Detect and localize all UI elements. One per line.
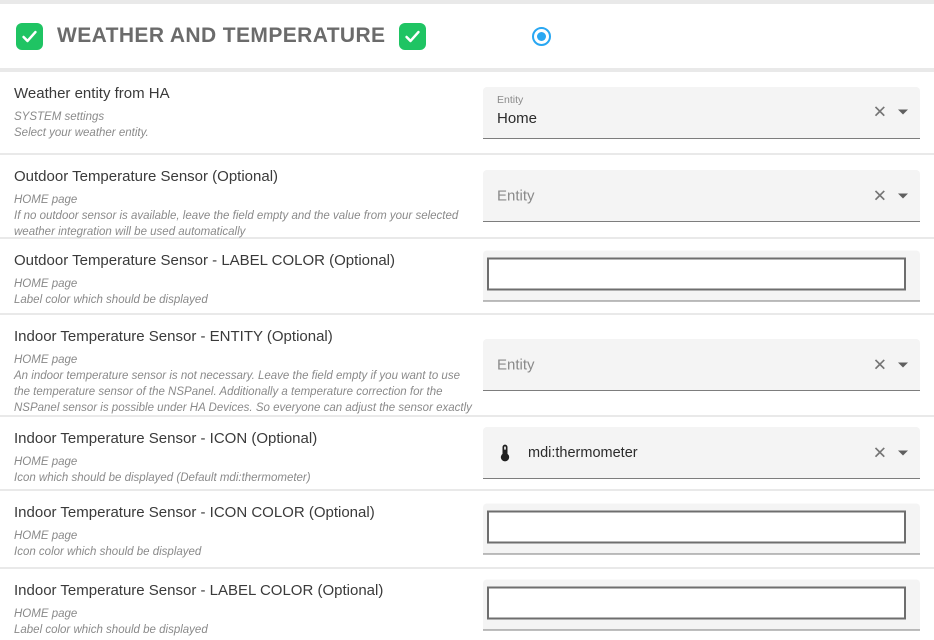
setting-row-outdoor-label-color: Outdoor Temperature Sensor - LABEL COLOR… — [0, 239, 934, 313]
settings-page: WEATHER AND TEMPERATURE Weather entity f… — [0, 0, 934, 640]
entity-select-label: Entity — [497, 94, 523, 106]
outdoor-label-color-field — [483, 251, 920, 302]
setting-help-text: Label color which should be displayed — [14, 294, 208, 306]
setting-page-hint: HOME page — [14, 528, 472, 544]
setting-description: SYSTEM settings Select your weather enti… — [14, 109, 472, 141]
setting-description: HOME page Icon color which should be dis… — [14, 528, 472, 560]
chevron-down-icon[interactable] — [898, 193, 908, 198]
indoor-icon-select[interactable]: mdi:thermometer ✕ — [483, 427, 920, 479]
indoor-label-color-input[interactable] — [487, 586, 906, 619]
clear-icon[interactable]: ✕ — [873, 444, 887, 461]
section-enabled-checkbox[interactable] — [16, 23, 43, 50]
indoor-icon-color-field — [483, 504, 920, 555]
entity-select-value: Home — [497, 110, 537, 127]
check-icon — [403, 27, 422, 46]
setting-row-indoor-icon: Indoor Temperature Sensor - ICON (Option… — [0, 417, 934, 489]
setting-page-hint: HOME page — [14, 276, 472, 292]
setting-page-hint: SYSTEM settings — [14, 109, 472, 125]
setting-description: HOME page If no outdoor sensor is availa… — [14, 192, 472, 240]
section-radio-button[interactable] — [532, 27, 551, 46]
select-controls: ✕ — [873, 444, 908, 461]
setting-page-hint: HOME page — [14, 192, 472, 208]
select-controls: ✕ — [873, 104, 908, 121]
clear-icon[interactable]: ✕ — [873, 187, 887, 204]
section-title: WEATHER AND TEMPERATURE — [57, 24, 385, 48]
chevron-down-icon[interactable] — [898, 450, 908, 455]
thermometer-icon — [495, 443, 515, 463]
radio-dot — [537, 32, 546, 41]
setting-row-indoor-temp-entity: Indoor Temperature Sensor - ENTITY (Opti… — [0, 315, 934, 415]
setting-row-outdoor-temp-sensor: Outdoor Temperature Sensor (Optional) HO… — [0, 155, 934, 237]
entity-select-placeholder: Entity — [497, 356, 535, 373]
clear-icon[interactable]: ✕ — [873, 356, 887, 373]
setting-row-weather-entity: Weather entity from HA SYSTEM settings S… — [0, 72, 934, 153]
clear-icon[interactable]: ✕ — [873, 104, 887, 121]
section-enabled-checkbox-2[interactable] — [399, 23, 426, 50]
select-controls: ✕ — [873, 356, 908, 373]
setting-description: HOME page Label color which should be di… — [14, 606, 472, 638]
setting-page-hint: HOME page — [14, 352, 472, 368]
setting-help-text: Icon which should be displayed (Default … — [14, 472, 311, 484]
indoor-icon-color-input[interactable] — [487, 511, 906, 544]
setting-help-text: Icon color which should be displayed — [14, 546, 201, 558]
setting-help-text: Select your weather entity. — [14, 127, 149, 139]
outdoor-temp-entity-select[interactable]: Entity ✕ — [483, 170, 920, 222]
indoor-temp-entity-select[interactable]: Entity ✕ — [483, 339, 920, 391]
setting-page-hint: HOME page — [14, 454, 472, 470]
chevron-down-icon[interactable] — [898, 110, 908, 115]
setting-help-text: If no outdoor sensor is available, leave… — [14, 210, 458, 238]
icon-select-value: mdi:thermometer — [528, 445, 638, 461]
setting-description: HOME page Label color which should be di… — [14, 276, 472, 308]
outdoor-label-color-input[interactable] — [487, 258, 906, 291]
setting-description: HOME page An indoor temperature sensor i… — [14, 352, 472, 416]
entity-select-placeholder: Entity — [497, 187, 535, 204]
setting-description: HOME page Icon which should be displayed… — [14, 454, 472, 486]
chevron-down-icon[interactable] — [898, 362, 908, 367]
weather-entity-select[interactable]: Entity Home ✕ — [483, 87, 920, 139]
check-icon — [20, 27, 39, 46]
setting-help-text: An indoor temperature sensor is not nece… — [14, 370, 472, 414]
indoor-label-color-field — [483, 579, 920, 630]
setting-page-hint: HOME page — [14, 606, 472, 622]
setting-row-indoor-icon-color: Indoor Temperature Sensor - ICON COLOR (… — [0, 491, 934, 567]
setting-row-indoor-label-color: Indoor Temperature Sensor - LABEL COLOR … — [0, 569, 934, 640]
setting-help-text: Label color which should be displayed — [14, 624, 208, 636]
section-header: WEATHER AND TEMPERATURE — [0, 4, 934, 68]
select-controls: ✕ — [873, 187, 908, 204]
